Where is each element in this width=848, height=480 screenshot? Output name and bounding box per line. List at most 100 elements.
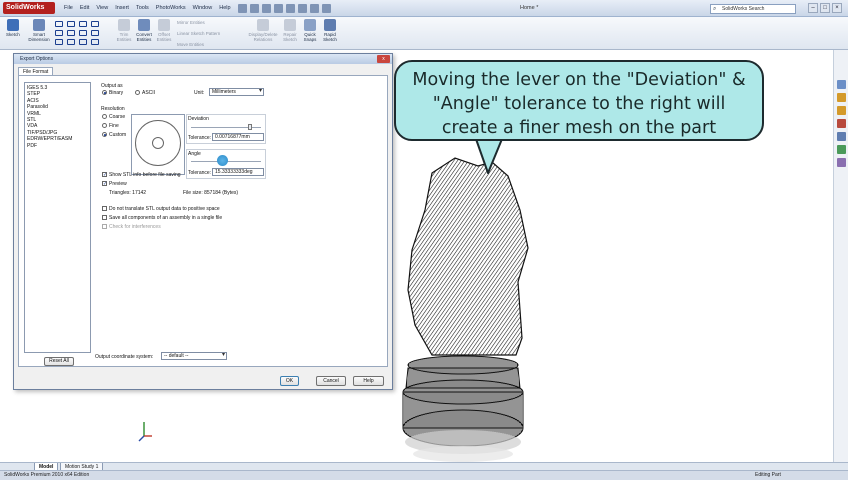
angle-label: Angle — [188, 151, 201, 157]
dialog-close-button[interactable]: x — [377, 55, 390, 63]
unit-label: Unit: — [194, 90, 205, 96]
save-all-components-checkbox[interactable] — [102, 215, 107, 220]
menu-file[interactable]: File — [64, 5, 73, 11]
point-icon[interactable] — [67, 21, 75, 27]
check-interferences-checkbox[interactable] — [102, 224, 107, 229]
smart-dimension-button[interactable]: Smart Dimension — [28, 19, 50, 42]
dialog-body: IGES 5.3 STEP ACIS Parasolid VRML STL VD… — [18, 75, 388, 367]
command-manager: Sketch Smart Dimension Trim Entities Con… — [0, 17, 848, 50]
angle-slider-thumb[interactable] — [217, 155, 228, 166]
appearances-icon[interactable] — [836, 145, 846, 154]
plane-icon[interactable] — [91, 39, 99, 45]
linear-sketch-pattern-button[interactable]: Linear Sketch Pattern — [177, 31, 220, 36]
format-pdf[interactable]: PDF — [27, 143, 90, 149]
angle-tolerance-label: Tolerance: — [188, 170, 212, 176]
close-window-icon[interactable]: × — [832, 3, 842, 13]
spline-icon[interactable] — [79, 21, 87, 27]
rebuild-icon[interactable] — [310, 4, 319, 13]
menu-edit[interactable]: Edit — [80, 5, 89, 11]
ascii-radio[interactable] — [135, 90, 140, 95]
text-icon[interactable] — [79, 39, 87, 45]
output-coordinate-label: Output coordinate system: — [95, 354, 154, 360]
circle-icon[interactable] — [91, 21, 99, 27]
custom-properties-icon[interactable] — [836, 158, 846, 167]
sketch-label: Sketch — [6, 32, 20, 37]
print-icon[interactable] — [274, 4, 283, 13]
show-stl-info-checkbox[interactable]: ✓ — [102, 172, 107, 178]
options-icon[interactable] — [322, 4, 331, 13]
window-controls: – □ × — [808, 3, 842, 13]
output-as-label: Output as — [101, 83, 123, 89]
angle-tolerance-input[interactable]: 15.33333333deg — [212, 168, 264, 176]
custom-radio[interactable] — [102, 132, 107, 137]
file-explorer-icon[interactable] — [836, 106, 846, 115]
move-entities-button[interactable]: Move Entities — [177, 42, 204, 47]
coarse-radio[interactable] — [102, 114, 107, 119]
menu-photoworks[interactable]: PhotoWorks — [156, 5, 186, 11]
view-palette-icon[interactable] — [836, 132, 846, 141]
preview-label: Preview — [109, 181, 127, 187]
offset-entities-label: Offset Entities — [156, 32, 172, 42]
unit-value: Millimeters — [212, 89, 236, 95]
unit-select[interactable]: Millimeters — [209, 88, 264, 96]
status-edition: SolidWorks Premium 2010 x64 Edition — [4, 472, 90, 478]
callout-text: Moving the lever on the "Deviation" & "A… — [412, 70, 746, 138]
minimize-icon[interactable]: – — [808, 3, 818, 13]
angle-tolerance-value: 15.33333333deg — [215, 169, 253, 175]
fine-label: Fine — [109, 123, 119, 129]
design-library-icon[interactable] — [836, 93, 846, 102]
smart-dimension-label: Smart Dimension — [28, 32, 50, 42]
arc-icon[interactable] — [67, 30, 75, 36]
do-not-translate-label: Do not translate STL output data to posi… — [109, 206, 220, 212]
check-interferences-label: Check for interferences — [109, 224, 161, 230]
resources-icon[interactable] — [836, 80, 846, 89]
reset-all-button[interactable]: Reset All — [44, 357, 74, 366]
cancel-button[interactable]: Cancel — [316, 376, 346, 386]
display-delete-relations-button[interactable]: Display/Delete Relations — [248, 19, 278, 42]
menu-tools[interactable]: Tools — [136, 5, 149, 11]
repair-sketch-label: Repair Sketch — [283, 32, 297, 42]
repair-sketch-button[interactable]: Repair Sketch — [282, 19, 298, 42]
search-placeholder: SolidWorks Search — [722, 6, 765, 12]
undo-icon[interactable] — [286, 4, 295, 13]
sketch-button[interactable]: Sketch — [6, 19, 20, 37]
trim-entities-button[interactable]: Trim Entities — [114, 19, 134, 42]
deviation-slider-thumb[interactable] — [248, 124, 252, 130]
status-editing: Editing Part — [755, 472, 781, 478]
menu-view[interactable]: View — [96, 5, 108, 11]
output-coordinate-select[interactable]: -- default -- — [161, 352, 227, 360]
quick-snaps-button[interactable]: Quick Snaps — [302, 19, 318, 42]
binary-radio[interactable] — [102, 90, 107, 95]
maximize-icon[interactable]: □ — [820, 3, 830, 13]
save-icon[interactable] — [262, 4, 271, 13]
preview-checkbox[interactable]: ✓ — [102, 181, 107, 187]
offset-entities-button[interactable]: Offset Entities — [155, 19, 173, 42]
dialog-title-bar[interactable]: Export Options x — [14, 54, 392, 64]
fillet-icon[interactable] — [67, 39, 75, 45]
solidworks-logo[interactable]: SolidWorks — [3, 2, 55, 14]
help-button[interactable]: Help — [353, 376, 384, 386]
polygon-icon[interactable] — [79, 30, 87, 36]
search-results-icon[interactable] — [836, 119, 846, 128]
slot-icon[interactable] — [55, 39, 63, 45]
file-format-list[interactable]: IGES 5.3 STEP ACIS Parasolid VRML STL VD… — [24, 82, 91, 353]
offset-icon — [158, 19, 170, 31]
ellipse-icon[interactable] — [91, 30, 99, 36]
menu-window[interactable]: Window — [193, 5, 213, 11]
fine-radio[interactable] — [102, 123, 107, 128]
convert-entities-button[interactable]: Convert Entities — [134, 19, 154, 42]
rapid-sketch-button[interactable]: Rapid Sketch — [322, 19, 338, 42]
ok-button[interactable]: OK — [280, 376, 299, 386]
rectangle-icon[interactable] — [55, 30, 63, 36]
do-not-translate-checkbox[interactable] — [102, 206, 107, 211]
menu-insert[interactable]: Insert — [115, 5, 129, 11]
open-icon[interactable] — [250, 4, 259, 13]
menu-help[interactable]: Help — [219, 5, 230, 11]
binary-label: Binary — [109, 90, 124, 96]
select-icon[interactable] — [298, 4, 307, 13]
new-icon[interactable] — [238, 4, 247, 13]
line-icon[interactable] — [55, 21, 63, 27]
mirror-entities-button[interactable]: Mirror Entities — [177, 20, 205, 25]
search-input[interactable]: ⌕ SolidWorks Search — [710, 4, 796, 14]
deviation-tolerance-input[interactable]: 0.00716877mm — [212, 133, 264, 141]
